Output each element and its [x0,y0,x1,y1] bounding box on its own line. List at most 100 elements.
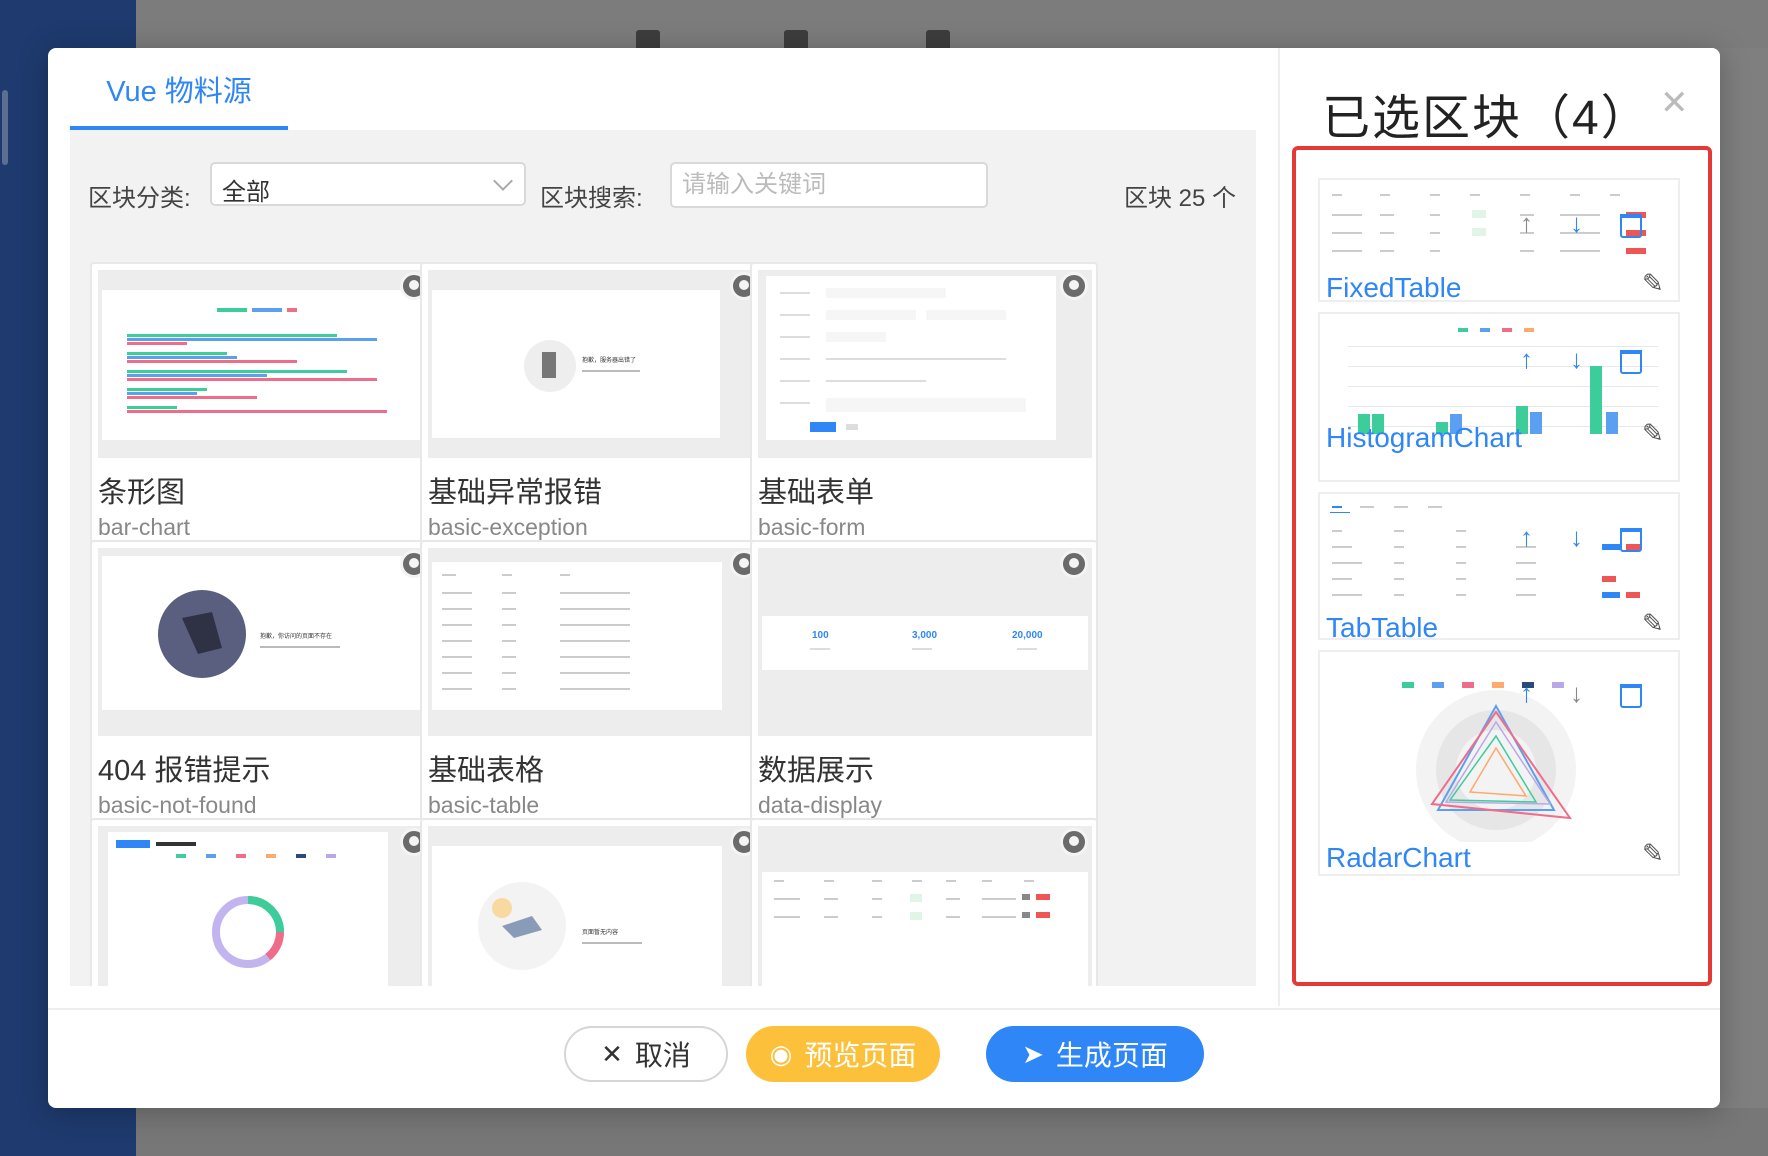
block-card[interactable]: 页面暂无内容 [420,818,768,986]
block-title: 基础表单 [758,477,875,509]
thumbnail-page: 抱歉，你访问的页面不存在 [102,556,424,710]
github-icon[interactable] [1060,828,1088,856]
thumbnail-page: 抱歉，服务器出错了 [432,290,720,438]
header-icon [636,30,660,48]
block-thumbnail [428,548,762,736]
arrow-down-icon[interactable]: ↓ [1570,346,1583,372]
stat-value: 20,000 [1012,630,1043,641]
block-thumbnail [758,270,1092,458]
table-preview [774,880,1050,920]
block-card[interactable] [750,818,1098,986]
arrow-down-icon[interactable]: ↓ [1570,680,1583,706]
selected-item-name: RadarChart [1326,842,1471,873]
block-count: 区块 25 个 [1123,185,1236,212]
selected-item-fixed-table[interactable]: ↑ ↓ FixedTable ✎ [1318,178,1680,302]
block-card[interactable] [90,818,438,986]
thumbnail-page [766,276,1056,440]
edit-icon[interactable]: ✎ [1642,270,1664,296]
selected-blocks-list: ↑ ↓ FixedTable ✎ ↑ ↓ HistogramChart ✎ ↑ … [1292,146,1712,986]
eye-icon: ◉ [769,1038,793,1069]
block-thumbnail: 抱歉，服务器出错了 [428,270,762,458]
block-title: 数据展示 [758,755,875,787]
selected-item-name: HistogramChart [1326,422,1523,453]
close-icon[interactable]: ✕ [1660,86,1689,120]
block-thumbnail: 100 3,000 20,000 [758,548,1092,736]
edit-icon[interactable]: ✎ [1642,420,1664,446]
selected-item-radar-chart[interactable]: ↑ ↓ RadarChart ✎ [1318,650,1680,876]
background-content [136,1108,1768,1156]
header-icon [926,30,950,48]
block-name: basic-form [758,514,866,540]
edit-icon[interactable]: ✎ [1642,610,1664,636]
search-label: 区块搜索: [540,185,643,212]
generate-button[interactable]: ➤ 生成页面 [986,1026,1204,1082]
trash-icon[interactable] [1620,684,1642,708]
edit-icon[interactable]: ✎ [1642,840,1664,866]
close-icon: ✕ [601,1038,623,1069]
preview-button[interactable]: ◉ 预览页面 [746,1026,940,1082]
thumbnail-page: 100 3,000 20,000 [762,616,1088,670]
block-name: basic-exception [428,514,588,540]
cancel-label: 取消 [634,1040,691,1071]
block-card-bar-chart[interactable]: 条形图 bar-chart [90,262,438,554]
thumbnail-page [432,562,722,710]
selected-item-name: TabTable [1326,612,1439,640]
block-picker-modal: Vue 物料源 区块分类: 全部 区块搜索: 区块 25 个 [48,48,1720,1108]
ring-chart-preview [116,840,336,968]
block-thumbnail: 页面暂无内容 [428,826,762,986]
arrow-down-icon[interactable]: ↓ [1570,210,1583,236]
stat-value: 100 [812,630,829,641]
trash-icon[interactable] [1620,350,1642,374]
data-display-preview: 100 3,000 20,000 [810,630,1043,650]
arrow-up-icon[interactable]: ↑ [1520,680,1533,706]
github-icon[interactable] [1060,550,1088,578]
selected-item-tab-table[interactable]: ↑ ↓ TabTable ✎ [1318,492,1680,640]
block-title: 基础异常报错 [428,477,603,509]
block-card-basic-table[interactable]: 基础表格 basic-table [420,540,768,832]
exception-text: 抱歉，服务器出错了 [582,356,636,364]
cancel-button[interactable]: ✕ 取消 [564,1026,728,1082]
thumbnail-page: 页面暂无内容 [432,846,722,986]
chevron-down-icon [493,171,513,191]
category-value: 全部 [222,179,270,206]
preview-label: 预览页面 [804,1040,917,1071]
block-card-basic-form[interactable]: 基础表单 basic-form [750,262,1098,554]
modal-footer: ✕ 取消 ◉ 预览页面 ➤ 生成页面 [48,1008,1720,1108]
table-preview [442,574,630,690]
empty-page-preview: 页面暂无内容 [478,882,642,970]
block-card-data-display[interactable]: 100 3,000 20,000 数据展示 data-display [750,540,1098,832]
selected-blocks-pane: 已选区块（4） ✕ ↑ ↓ FixedTable ✎ ↑ ↓ Histogram… [1278,48,1720,1006]
arrow-up-icon[interactable]: ↑ [1520,346,1533,372]
generate-label: 生成页面 [1055,1040,1168,1071]
background-header [136,0,1768,48]
arrow-down-icon[interactable]: ↓ [1570,524,1583,550]
category-select[interactable]: 全部 [210,162,526,206]
block-thumbnail: 抱歉，你访问的页面不存在 [98,548,432,736]
not-found-preview: 抱歉，你访问的页面不存在 [158,590,340,678]
block-thumbnail [758,826,1092,986]
selected-item-histogram-chart[interactable]: ↑ ↓ HistogramChart ✎ [1318,312,1680,482]
sidebar-grip [2,90,8,165]
filter-row: 区块分类: 全部 区块搜索: 区块 25 个 [70,130,1256,240]
block-name: basic-not-found [98,792,257,818]
block-name: basic-table [428,792,540,818]
block-name: bar-chart [98,514,191,540]
block-card-basic-exception[interactable]: 抱歉，服务器出错了 基础异常报错 basic-exception [420,262,768,554]
block-thumbnail [98,270,432,458]
arrow-up-icon[interactable]: ↑ [1520,524,1533,550]
github-icon[interactable] [1060,272,1088,300]
category-label: 区块分类: [88,185,191,212]
trash-icon[interactable] [1620,528,1642,552]
block-name: data-display [758,792,883,818]
tab-vue-source[interactable]: Vue 物料源 [70,48,288,130]
source-tabs: Vue 物料源 [70,48,1276,130]
header-icon [784,30,808,48]
stat-value: 3,000 [912,630,937,641]
search-input[interactable] [670,162,988,208]
send-icon: ➤ [1022,1038,1044,1069]
block-library-pane: Vue 物料源 区块分类: 全部 区块搜索: 区块 25 个 [48,48,1276,1008]
trash-icon[interactable] [1620,214,1642,238]
arrow-up-icon[interactable]: ↑ [1520,210,1533,236]
block-title: 404 报错提示 [98,755,271,787]
block-card-basic-not-found[interactable]: 抱歉，你访问的页面不存在 404 报错提示 basic-not-found [90,540,438,832]
